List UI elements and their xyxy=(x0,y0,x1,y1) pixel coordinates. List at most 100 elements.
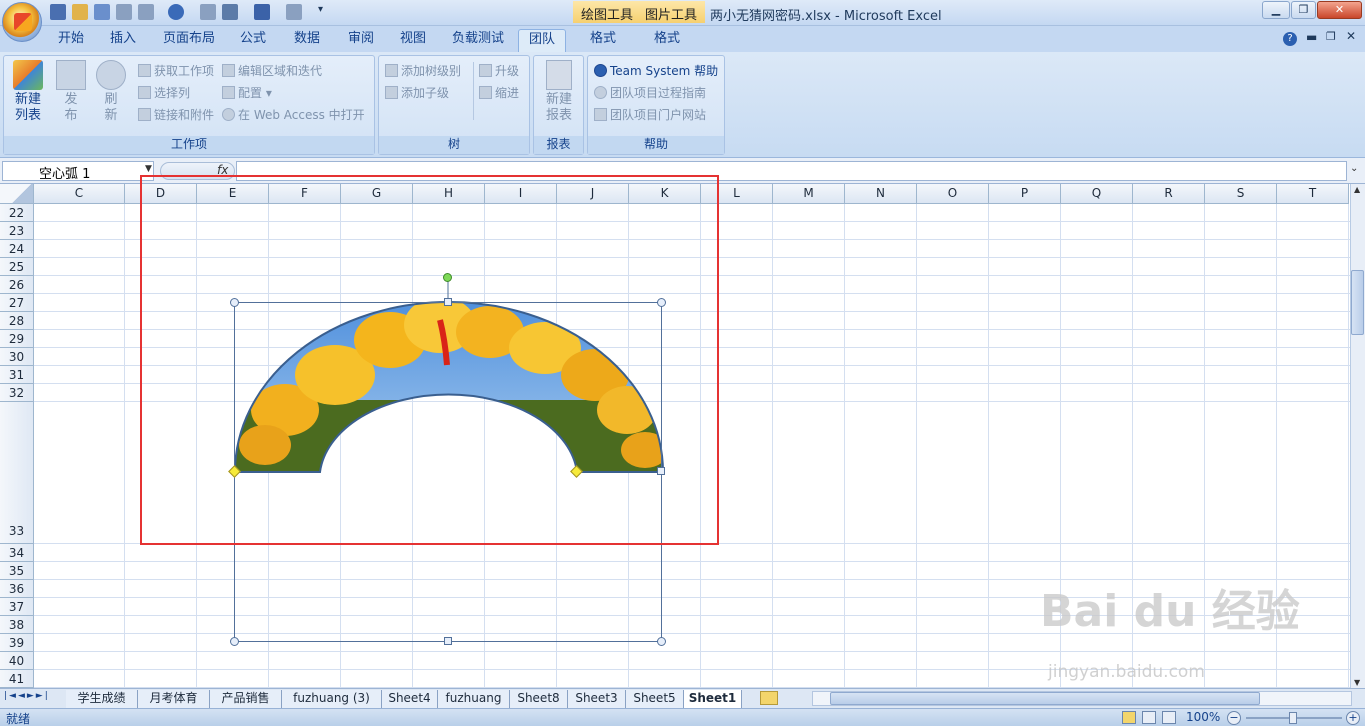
row-header-25[interactable]: 25 xyxy=(0,258,34,276)
add-child-button[interactable]: 添加子级 xyxy=(385,84,449,101)
row-header-38[interactable]: 38 xyxy=(0,616,34,634)
open-icon[interactable] xyxy=(72,4,88,20)
scroll-down-icon[interactable]: ▼ xyxy=(1354,678,1360,687)
tab-review[interactable]: 审阅 xyxy=(338,29,384,52)
row-header-23[interactable]: 23 xyxy=(0,222,34,240)
edit-areas-button[interactable]: 编辑区域和迭代 xyxy=(222,62,322,79)
resize-handle-bottom-left[interactable] xyxy=(230,637,239,646)
column-header-t[interactable]: T xyxy=(1277,184,1349,204)
sheet-tab-sheet3[interactable]: Sheet3 xyxy=(568,690,626,708)
row-header-37[interactable]: 37 xyxy=(0,598,34,616)
resize-handle-bottom[interactable] xyxy=(444,637,452,645)
row-header-34[interactable]: 34 xyxy=(0,544,34,562)
row-header-28[interactable]: 28 xyxy=(0,312,34,330)
page-break-view-icon[interactable] xyxy=(1162,711,1176,724)
arrow-icon[interactable] xyxy=(254,4,270,20)
configure-button[interactable]: 配置 ▾ xyxy=(222,84,272,101)
new-list-button[interactable]: 新建 列表 xyxy=(8,60,48,124)
tab-data[interactable]: 数据 xyxy=(284,29,330,52)
sheet-tab-sheet1[interactable]: Sheet1 xyxy=(684,690,742,708)
sheet-tab-sheet8[interactable]: Sheet8 xyxy=(510,690,568,708)
select-all-corner[interactable] xyxy=(0,184,34,204)
vertical-scroll-thumb[interactable] xyxy=(1351,270,1364,335)
add-tree-level-button[interactable]: 添加树级别 xyxy=(385,62,461,79)
pen-icon[interactable] xyxy=(222,4,238,20)
tab-page-layout[interactable]: 页面布局 xyxy=(156,29,222,52)
normal-view-icon[interactable] xyxy=(1122,711,1136,724)
toolbar-icon[interactable] xyxy=(116,4,132,20)
insert-sheet-icon[interactable] xyxy=(760,691,778,705)
vertical-scrollbar[interactable]: ▲ ▼ xyxy=(1350,184,1365,688)
sheet-tab-sheet5[interactable]: Sheet5 xyxy=(626,690,684,708)
row-header-31[interactable]: 31 xyxy=(0,366,34,384)
resize-handle-bottom-right[interactable] xyxy=(657,637,666,646)
office-button[interactable] xyxy=(2,2,42,42)
publish-button[interactable]: 发 布 xyxy=(54,60,88,124)
sheet-tab-sheet4[interactable]: Sheet4 xyxy=(382,690,438,708)
ribbon-minimize-icon[interactable]: ▬ xyxy=(1306,30,1317,44)
name-box-dropdown-icon[interactable]: ▼ xyxy=(145,164,152,174)
undo-icon[interactable] xyxy=(168,4,184,20)
ribbon-restore-icon[interactable]: ❐ xyxy=(1326,30,1336,43)
column-header-m[interactable]: M xyxy=(773,184,845,204)
print-icon[interactable] xyxy=(94,4,110,20)
zoom-out-icon[interactable]: − xyxy=(1227,711,1241,725)
grid-icon[interactable] xyxy=(286,4,302,20)
row-header-22[interactable]: 22 xyxy=(0,204,34,222)
zoom-slider-thumb[interactable] xyxy=(1289,712,1297,724)
row-header-36[interactable]: 36 xyxy=(0,580,34,598)
minimize-button[interactable]: ▁ xyxy=(1262,1,1290,19)
new-report-button[interactable]: 新建 报表 xyxy=(540,60,578,124)
choose-columns-button[interactable]: 选择列 xyxy=(138,84,190,101)
sheet-tab--[interactable]: 产品销售 xyxy=(210,690,282,708)
help-icon[interactable]: ? xyxy=(1283,32,1297,46)
workbook-close-icon[interactable]: ✕ xyxy=(1346,29,1356,43)
table-icon[interactable] xyxy=(200,4,216,20)
zoom-level[interactable]: 100% xyxy=(1186,710,1220,724)
format-icon[interactable] xyxy=(138,4,154,20)
customize-icon[interactable]: ▾ xyxy=(318,4,323,15)
name-box[interactable]: 空心弧 1 xyxy=(2,161,154,182)
row-header-29[interactable]: 29 xyxy=(0,330,34,348)
page-layout-view-icon[interactable] xyxy=(1142,711,1156,724)
row-header-39[interactable]: 39 xyxy=(0,634,34,652)
indent-button[interactable]: 缩进 xyxy=(479,84,519,101)
row-header-30[interactable]: 30 xyxy=(0,348,34,366)
row-header-41[interactable]: 41 xyxy=(0,670,34,688)
save-icon[interactable] xyxy=(50,4,66,20)
web-access-button[interactable]: 在 Web Access 中打开 xyxy=(222,106,365,123)
refresh-button[interactable]: 刷 新 xyxy=(94,60,128,124)
zoom-in-icon[interactable]: + xyxy=(1346,711,1360,725)
horizontal-scroll-thumb[interactable] xyxy=(830,692,1260,705)
tab-format-drawing[interactable]: 格式 xyxy=(576,29,630,52)
column-header-n[interactable]: N xyxy=(845,184,917,204)
row-header-35[interactable]: 35 xyxy=(0,562,34,580)
column-header-r[interactable]: R xyxy=(1133,184,1205,204)
tab-insert[interactable]: 插入 xyxy=(100,29,146,52)
sheet-tab-fuzhuang[interactable]: fuzhuang xyxy=(438,690,510,708)
tab-view[interactable]: 视图 xyxy=(390,29,436,52)
sheet-tab--[interactable]: 学生成绩 xyxy=(66,690,138,708)
upgrade-button[interactable]: 升级 xyxy=(479,62,519,79)
tab-team[interactable]: 团队 xyxy=(518,29,566,52)
column-header-s[interactable]: S xyxy=(1205,184,1277,204)
tab-home[interactable]: 开始 xyxy=(48,29,94,52)
get-work-items-button[interactable]: 获取工作项 xyxy=(138,62,214,79)
row-header-32[interactable]: 32 xyxy=(0,384,34,402)
close-button[interactable]: ✕ xyxy=(1317,1,1362,19)
links-attachments-button[interactable]: 链接和附件 xyxy=(138,106,214,123)
portal-button[interactable]: 团队项目门户网站 xyxy=(594,106,706,123)
row-header-24[interactable]: 24 xyxy=(0,240,34,258)
process-guide-button[interactable]: 团队项目过程指南 xyxy=(594,84,706,101)
column-header-q[interactable]: Q xyxy=(1061,184,1133,204)
row-header-33[interactable]: 33 xyxy=(0,402,34,544)
row-header-26[interactable]: 26 xyxy=(0,276,34,294)
sheet-tab--[interactable]: 月考体育 xyxy=(138,690,210,708)
scroll-up-icon[interactable]: ▲ xyxy=(1354,185,1360,194)
column-header-p[interactable]: P xyxy=(989,184,1061,204)
row-header-40[interactable]: 40 xyxy=(0,652,34,670)
column-header-c[interactable]: C xyxy=(34,184,125,204)
column-header-o[interactable]: O xyxy=(917,184,989,204)
tab-load-test[interactable]: 负载测试 xyxy=(444,29,512,52)
row-header-27[interactable]: 27 xyxy=(0,294,34,312)
